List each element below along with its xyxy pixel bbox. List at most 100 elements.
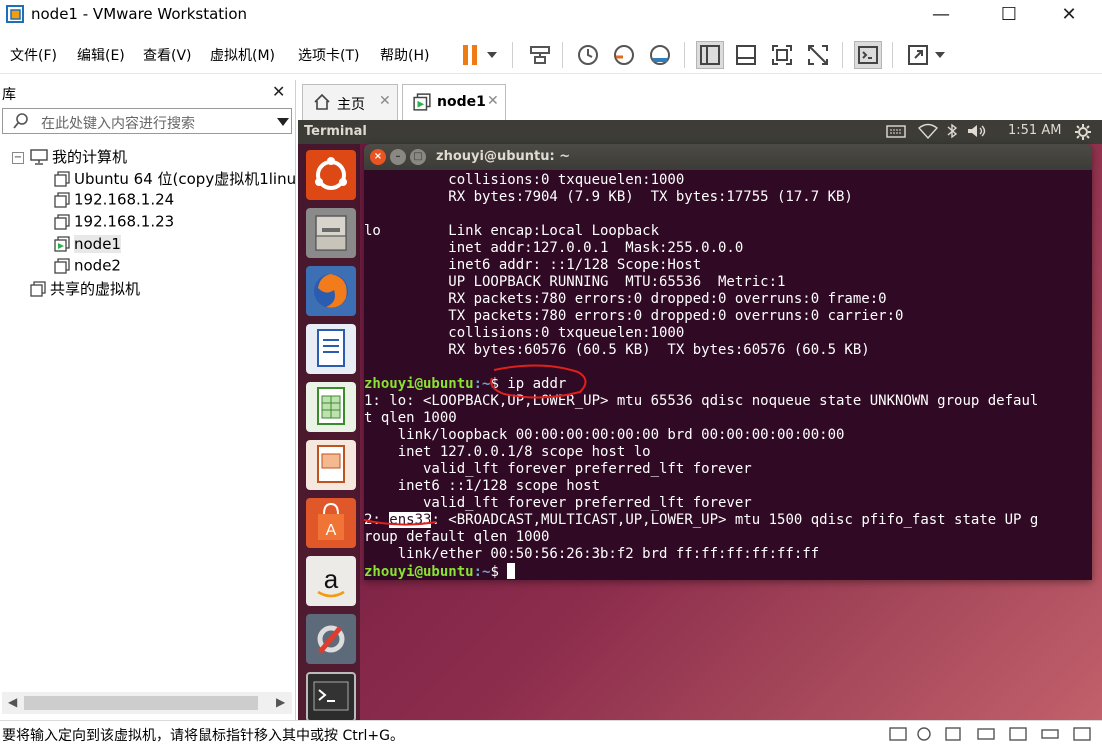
system-clock[interactable]: 1:51 AM <box>1008 123 1061 138</box>
bluetooth-icon[interactable] <box>946 123 958 139</box>
thumbnail-layout-icon <box>736 45 756 65</box>
ubuntu-top-panel: Terminal 1:51 AM <box>298 120 1102 144</box>
vm-icon <box>54 170 70 187</box>
full-screen-button[interactable] <box>768 41 796 69</box>
vm-console[interactable]: Terminal 1:51 AM A a × – □ zhouyi@ubuntu… <box>298 120 1102 720</box>
terminal-line: TX packets:780 errors:0 dropped:0 overru… <box>364 308 904 324</box>
expand-arrow-icon <box>908 45 928 65</box>
launcher-files-button[interactable] <box>306 208 356 258</box>
terminal-line: link/ether 00:50:56:26:3b:f2 brd ff:ff:f… <box>364 546 820 562</box>
snapshot-manager-button[interactable] <box>646 41 674 69</box>
launcher-impress-button[interactable] <box>306 440 356 490</box>
thumbnail-bar-button[interactable] <box>732 41 760 69</box>
library-search-input[interactable]: 在此处键入内容进行搜索 <box>2 108 292 134</box>
terminal-line: valid_lft forever preferred_lft forever <box>364 495 752 511</box>
library-title: 库 <box>2 87 16 103</box>
launcher-calc-button[interactable] <box>306 382 356 432</box>
document-writer-icon <box>317 329 345 367</box>
settings-gear-icon[interactable] <box>1074 123 1092 141</box>
tree-item-vm[interactable]: node2 <box>54 256 121 278</box>
tab-node1[interactable]: node1 ✕ <box>402 84 506 120</box>
tree-item-vm[interactable]: 192.168.1.23 <box>54 212 174 234</box>
search-dropdown-icon[interactable] <box>277 118 289 126</box>
stretch-button[interactable] <box>904 41 932 69</box>
firefox-icon <box>314 274 348 308</box>
terminal-maximize-button[interactable]: □ <box>410 149 426 165</box>
tree-item-label: node1 <box>74 234 121 253</box>
keyboard-icon[interactable] <box>886 123 906 139</box>
launcher-firefox-button[interactable] <box>306 266 356 316</box>
tree-item-label: 192.168.1.23 <box>74 212 175 231</box>
prompt-path: :~ <box>473 564 491 580</box>
toolbar-separator <box>892 42 893 68</box>
shared-vm-icon <box>30 280 46 297</box>
launcher-amazon-button[interactable]: a <box>306 556 356 606</box>
tab-close-icon[interactable]: ✕ <box>487 93 499 109</box>
launcher-terminal-button[interactable] <box>306 672 356 720</box>
terminal-minimize-button[interactable]: – <box>390 149 406 165</box>
terminal-line: valid_lft forever preferred_lft forever <box>364 461 752 477</box>
scroll-left-icon[interactable]: ◀ <box>8 695 17 709</box>
launcher-settings-button[interactable] <box>306 614 356 664</box>
menu-view[interactable]: 查看(V) <box>143 45 192 65</box>
tree-item-my-computer[interactable]: 我的计算机 <box>30 146 127 168</box>
volume-icon[interactable] <box>966 123 988 139</box>
terminal-titlebar[interactable]: × – □ zhouyi@ubuntu: ~ <box>364 144 1092 170</box>
terminal-output[interactable]: collisions:0 txqueuelen:1000 RX bytes:79… <box>364 170 1092 580</box>
wifi-icon[interactable] <box>918 123 938 139</box>
launcher-writer-button[interactable] <box>306 324 356 374</box>
ubuntu-launcher: A a <box>298 144 360 720</box>
menu-help[interactable]: 帮助(H) <box>380 45 429 65</box>
maximize-button[interactable]: ☐ <box>986 0 1032 28</box>
terminal-line: link/loopback 00:00:00:00:00:00 brd 00:0… <box>364 427 845 443</box>
library-close-button[interactable]: ✕ <box>272 82 285 101</box>
tab-home[interactable]: 主页 ✕ <box>302 84 398 120</box>
scroll-right-icon[interactable]: ▶ <box>276 695 285 709</box>
tree-collapse-toggle[interactable]: − <box>12 152 24 164</box>
status-bar: 要将输入定向到该虚拟机，请将鼠标指针移入其中或按 Ctrl+G。 <box>0 720 1102 746</box>
snapshot-clock-icon <box>578 45 598 65</box>
power-dropdown-button[interactable] <box>484 41 500 69</box>
pause-button[interactable] <box>456 41 484 69</box>
prompt-user: zhouyi@ubuntu <box>364 376 474 392</box>
vm-icon <box>54 191 70 208</box>
scrollbar-thumb[interactable] <box>24 696 258 710</box>
home-icon <box>314 93 330 110</box>
menu-vm[interactable]: 虚拟机(M) <box>210 45 275 65</box>
stretch-dropdown-button[interactable] <box>932 41 948 69</box>
terminal-close-button[interactable]: × <box>370 149 386 165</box>
pause-icon <box>463 45 477 65</box>
network-send-icon <box>530 46 550 64</box>
snapshot-button[interactable] <box>574 41 602 69</box>
terminal-line: inet6 addr: ::1/128 Scope:Host <box>364 257 702 273</box>
revert-snapshot-button[interactable] <box>610 41 638 69</box>
device-status-icons[interactable] <box>888 725 1098 743</box>
library-horizontal-scrollbar[interactable]: ◀ ▶ <box>2 692 292 714</box>
show-library-button[interactable] <box>696 41 724 69</box>
computer-icon <box>30 148 48 165</box>
terminal-line: lo Link encap:Local Loopback <box>364 223 660 239</box>
terminal-line: 2: ens33: <BROADCAST,MULTICAST,UP,LOWER_… <box>364 512 1038 529</box>
console-view-button[interactable] <box>854 41 882 69</box>
system-settings-icon <box>317 625 345 654</box>
menu-bar: 文件(F) 编辑(E) 查看(V) 虚拟机(M) 选项卡(T) 帮助(H) <box>0 36 1102 74</box>
chevron-down-icon <box>487 52 497 58</box>
launcher-dash-button[interactable] <box>306 150 356 200</box>
tree-item-shared-vms[interactable]: 共享的虚拟机 <box>30 278 140 300</box>
launcher-software-button[interactable]: A <box>306 498 356 548</box>
tree-item-vm[interactable]: 192.168.1.24 <box>54 190 174 212</box>
tree-item-vm[interactable]: Ubuntu 64 位(copy虚拟机1linu <box>54 168 296 190</box>
close-button[interactable]: ✕ <box>1046 0 1092 28</box>
menu-tabs[interactable]: 选项卡(T) <box>298 45 359 65</box>
tree-item-vm-running[interactable]: node1 <box>54 234 121 256</box>
revert-clock-icon <box>614 45 634 65</box>
menu-edit[interactable]: 编辑(E) <box>77 45 125 65</box>
terminal-window[interactable]: × – □ zhouyi@ubuntu: ~ collisions:0 txqu… <box>364 144 1092 580</box>
send-ctrl-alt-del-button[interactable] <box>526 41 554 69</box>
file-cabinet-icon <box>315 215 347 251</box>
library-header: 库 ✕ <box>0 80 296 106</box>
minimize-button[interactable]: — <box>918 0 964 28</box>
menu-file[interactable]: 文件(F) <box>10 45 57 65</box>
unity-button[interactable] <box>804 41 832 69</box>
tab-close-icon[interactable]: ✕ <box>379 93 391 109</box>
